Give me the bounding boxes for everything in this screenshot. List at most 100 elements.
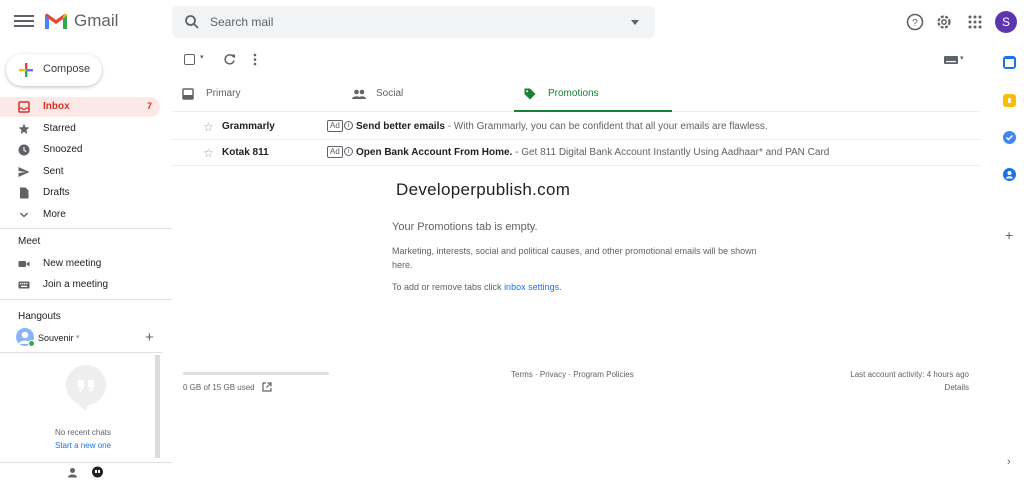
hangouts-scrollbar[interactable] bbox=[155, 355, 160, 458]
sidebar-item-inbox[interactable]: Inbox 7 bbox=[0, 97, 160, 117]
hangouts-panel: No recent chats Start a new one bbox=[0, 352, 162, 462]
active-tab-indicator bbox=[514, 110, 672, 112]
star-icon bbox=[18, 123, 30, 134]
keep-bulb bbox=[1008, 98, 1011, 103]
email-row[interactable]: ☆ Kotak 811 Ad i Open Bank Account From … bbox=[172, 140, 980, 166]
send-icon bbox=[18, 167, 30, 177]
input-tools-dropdown-icon[interactable]: ▾ bbox=[960, 54, 964, 62]
search-bar[interactable] bbox=[172, 6, 655, 38]
side-panel-rail: + › bbox=[993, 44, 1024, 481]
sidebar-item-snoozed[interactable]: Snoozed bbox=[0, 140, 160, 160]
divider bbox=[0, 299, 172, 300]
sidebar-item-label: Sent bbox=[43, 166, 64, 177]
sidebar-item-label: More bbox=[43, 209, 66, 220]
info-icon[interactable]: i bbox=[344, 121, 353, 130]
add-chat-icon[interactable]: + bbox=[145, 329, 154, 346]
email-subject: Open Bank Account From Home. bbox=[356, 147, 513, 158]
gmail-envelope-icon bbox=[45, 13, 67, 29]
open-external-icon[interactable] bbox=[262, 382, 272, 392]
sidebar-item-starred[interactable]: Starred bbox=[0, 119, 160, 139]
no-recent-chats-text: No recent chats bbox=[55, 428, 112, 437]
search-options-icon[interactable] bbox=[631, 20, 639, 25]
settings-gear-icon[interactable] bbox=[934, 12, 954, 32]
clock-icon bbox=[18, 144, 30, 156]
app-name: Gmail bbox=[74, 11, 119, 30]
email-subject: Send better emails bbox=[356, 121, 445, 132]
chevron-down-icon bbox=[20, 212, 28, 218]
status-dropdown-icon[interactable]: ▾ bbox=[76, 333, 80, 341]
calendar-page bbox=[1005, 59, 1014, 67]
details-link[interactable]: Details bbox=[945, 383, 969, 392]
tab-social[interactable]: Social bbox=[342, 77, 514, 112]
hangouts-user-avatar[interactable] bbox=[16, 328, 35, 347]
sidebar-item-sent[interactable]: Sent bbox=[0, 162, 160, 182]
select-dropdown-icon[interactable]: ▾ bbox=[200, 53, 204, 61]
empty-state-settings-hint: To add or remove tabs click inbox settin… bbox=[392, 282, 562, 292]
contacts-person-icon[interactable] bbox=[67, 467, 78, 478]
storage-usage-text: 0 GB of 15 GB used bbox=[183, 383, 255, 392]
divider bbox=[0, 462, 172, 463]
help-icon[interactable]: ? bbox=[905, 12, 925, 32]
account-avatar[interactable]: S bbox=[995, 11, 1017, 33]
search-input[interactable] bbox=[210, 6, 610, 38]
sidebar-item-label: Drafts bbox=[43, 187, 70, 198]
unread-count: 7 bbox=[146, 101, 152, 111]
get-addons-plus-icon[interactable]: + bbox=[1005, 227, 1013, 243]
info-icon[interactable]: i bbox=[344, 147, 353, 156]
video-icon bbox=[18, 261, 30, 267]
storage-usage: 0 GB of 15 GB used bbox=[183, 382, 272, 392]
people-icon bbox=[352, 89, 366, 99]
email-subject-line: Send better emails - With Grammarly, you… bbox=[356, 121, 768, 132]
email-sender: Grammarly bbox=[222, 121, 275, 132]
gmail-logo[interactable]: Gmail bbox=[44, 11, 118, 31]
contacts-icon[interactable] bbox=[1003, 168, 1016, 181]
sidebar-item-more[interactable]: More bbox=[0, 205, 160, 225]
search-icon[interactable] bbox=[184, 14, 200, 30]
inbox-settings-link[interactable]: inbox settings bbox=[504, 282, 559, 292]
keep-icon[interactable] bbox=[1003, 94, 1016, 107]
expand-panel-chevron-icon[interactable]: › bbox=[1007, 456, 1011, 468]
email-snippet: - With Grammarly, you can be confident t… bbox=[444, 121, 768, 132]
tab-primary[interactable]: Primary bbox=[172, 77, 342, 112]
join-meeting-button[interactable]: Join a meeting bbox=[0, 275, 160, 295]
refresh-icon[interactable] bbox=[223, 53, 236, 66]
settings-hint-suffix: . bbox=[559, 282, 562, 292]
check-icon bbox=[1005, 134, 1014, 141]
main-menu-button[interactable] bbox=[14, 12, 34, 32]
plus-icon bbox=[19, 63, 33, 77]
menu-line bbox=[14, 25, 34, 27]
apps-grid-icon[interactable] bbox=[965, 12, 985, 32]
sidebar-item-drafts[interactable]: Drafts bbox=[0, 183, 160, 203]
inbox-icon bbox=[18, 101, 30, 113]
menu-line bbox=[14, 15, 34, 17]
menu-line bbox=[14, 20, 34, 22]
star-toggle-icon[interactable]: ☆ bbox=[203, 146, 214, 160]
email-row[interactable]: ☆ Grammarly Ad i Send better emails - Wi… bbox=[172, 114, 980, 140]
hangouts-chat-bubble-icon bbox=[66, 365, 106, 411]
storage-progress-bar bbox=[183, 372, 329, 375]
start-new-chat-link[interactable]: Start a new one bbox=[55, 441, 111, 450]
online-status-dot bbox=[28, 340, 35, 347]
tasks-icon[interactable] bbox=[1003, 131, 1016, 144]
compose-button[interactable]: Compose bbox=[6, 54, 102, 86]
draft-icon bbox=[20, 187, 29, 199]
footer-links[interactable]: Terms · Privacy · Program Policies bbox=[511, 370, 634, 379]
tag-icon bbox=[524, 88, 536, 100]
tab-promotions[interactable]: Promotions bbox=[514, 77, 674, 112]
svg-text:?: ? bbox=[912, 18, 918, 29]
tab-label: Promotions bbox=[548, 88, 599, 99]
person-icon bbox=[1006, 171, 1013, 179]
select-all-checkbox[interactable] bbox=[184, 54, 195, 65]
ad-badge: Ad bbox=[327, 120, 343, 132]
star-toggle-icon[interactable]: ☆ bbox=[203, 120, 214, 134]
hangouts-user-name[interactable]: Souvenir bbox=[38, 333, 74, 343]
calendar-icon[interactable] bbox=[1003, 56, 1016, 69]
sidebar-item-label: Starred bbox=[43, 123, 76, 134]
compose-label: Compose bbox=[43, 63, 91, 75]
input-tools-keyboard-icon[interactable] bbox=[944, 56, 958, 64]
sidebar-item-label: Inbox bbox=[43, 101, 70, 112]
more-options-icon[interactable] bbox=[253, 53, 257, 66]
new-meeting-button[interactable]: New meeting bbox=[0, 254, 160, 274]
hangouts-chat-icon[interactable] bbox=[91, 466, 104, 479]
empty-state-description: Marketing, interests, social and politic… bbox=[392, 246, 757, 270]
